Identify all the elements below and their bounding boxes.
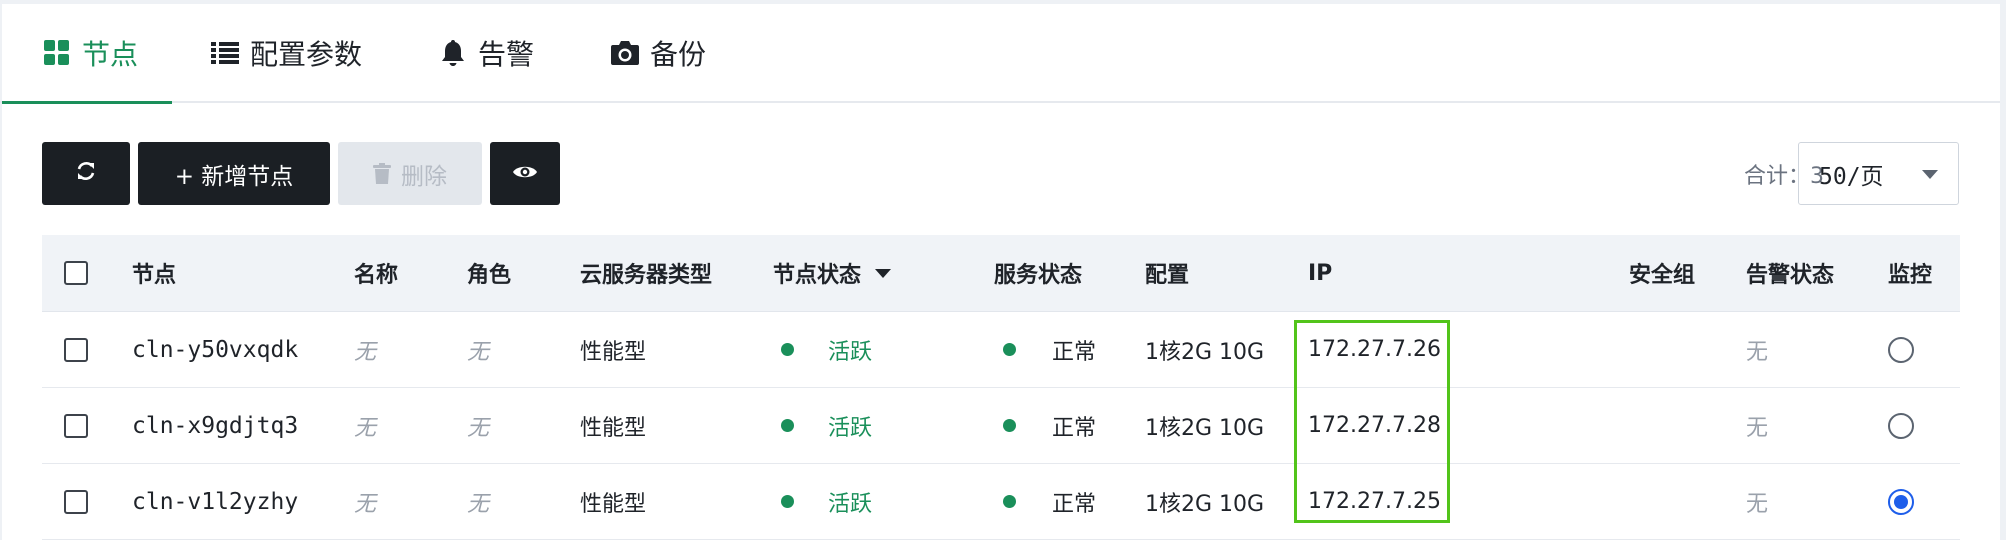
node-role: 无 (467, 415, 490, 441)
trash-icon (373, 162, 391, 185)
refresh-button[interactable] (42, 142, 130, 205)
page-size-value: 50/页 (1819, 163, 1884, 190)
tab-config-params[interactable]: 配置参数 (210, 4, 362, 101)
alarm-status: 无 (1746, 339, 1769, 365)
node-ip: 172.27.7.28 (1308, 413, 1441, 438)
tab-alarms[interactable]: 告警 (438, 4, 534, 101)
node-type: 性能型 (580, 491, 647, 517)
node-status: 活跃 (828, 339, 873, 365)
service-status-dot (1003, 312, 1016, 387)
camera-icon (610, 38, 640, 68)
table-row[interactable]: cln-v1l2yzhy 无 无 性能型 活跃 正常 1核2G 10G 172.… (42, 464, 1960, 540)
row-checkbox[interactable] (64, 414, 88, 438)
node-id: cln-y50vxqdk (132, 336, 299, 363)
tab-nodes[interactable]: 节点 (42, 4, 138, 101)
table-row[interactable]: cln-y50vxqdk 无 无 性能型 活跃 正常 1核2G 10G 172.… (42, 312, 1960, 388)
service-status-dot (1003, 464, 1016, 539)
alarm-status: 无 (1746, 491, 1769, 517)
tab-label: 配置参数 (250, 37, 363, 71)
table-header: 节点 名称 角色 云服务器类型 节点状态 服务状态 配置 IP 安全组 告警状态… (42, 235, 1960, 312)
right-border (2000, 0, 2006, 540)
col-security-group: 安全组 (1629, 263, 1696, 288)
grid-icon (42, 38, 72, 68)
service-status: 正常 (1052, 339, 1097, 365)
col-config: 配置 (1145, 263, 1190, 288)
active-tab-indicator (2, 101, 172, 104)
node-type: 性能型 (580, 415, 647, 441)
col-node-status-label: 节点状态 (773, 263, 862, 288)
node-id: cln-v1l2yzhy (132, 488, 299, 515)
node-name: 无 (354, 415, 377, 441)
alarm-status: 无 (1746, 415, 1769, 441)
col-node: 节点 (132, 263, 177, 288)
node-ip: 172.27.7.26 (1308, 337, 1441, 362)
service-status: 正常 (1052, 491, 1097, 517)
col-role: 角色 (467, 263, 512, 288)
view-button[interactable] (490, 142, 560, 205)
tab-label: 告警 (478, 37, 535, 71)
service-status: 正常 (1052, 415, 1097, 441)
node-config: 1核2G 10G (1145, 415, 1265, 441)
eye-icon (512, 161, 538, 187)
col-cloud-server-type: 云服务器类型 (580, 263, 713, 288)
delete-label: 删除 (401, 163, 447, 190)
chevron-down-icon (1922, 170, 1938, 179)
bell-icon (438, 38, 468, 68)
col-alarm-status: 告警状态 (1746, 263, 1835, 288)
node-status-dot (781, 312, 794, 387)
delete-button[interactable]: 删除 (338, 142, 482, 205)
node-status: 活跃 (828, 415, 873, 441)
tab-label: 节点 (82, 37, 139, 71)
tab-backups[interactable]: 备份 (610, 4, 706, 101)
col-ip: IP (1308, 260, 1333, 286)
row-checkbox[interactable] (64, 338, 88, 362)
add-node-label: + 新增节点 (174, 163, 294, 190)
tab-label: 备份 (650, 37, 707, 71)
monitor-radio[interactable] (1888, 413, 1914, 439)
filter-caret-icon[interactable] (875, 268, 892, 278)
tab-bar: 节点 配置参数 告警 备份 (0, 4, 2000, 104)
list-icon (210, 38, 240, 68)
node-role: 无 (467, 491, 490, 517)
col-service-status: 服务状态 (994, 263, 1083, 288)
node-role: 无 (467, 339, 490, 365)
node-ip: 172.27.7.25 (1308, 489, 1441, 514)
node-name: 无 (354, 339, 377, 365)
col-node-status[interactable]: 节点状态 (773, 235, 892, 311)
node-status-dot (781, 388, 794, 463)
col-name: 名称 (354, 263, 399, 288)
node-id: cln-x9gdjtq3 (132, 412, 299, 439)
select-all-checkbox[interactable] (64, 261, 88, 285)
refresh-icon (74, 159, 98, 189)
monitor-radio[interactable] (1888, 489, 1914, 515)
table-row[interactable]: cln-x9gdjtq3 无 无 性能型 活跃 正常 1核2G 10G 172.… (42, 388, 1960, 464)
page-size-select[interactable]: 50/页 (1798, 142, 1959, 205)
service-status-dot (1003, 388, 1016, 463)
row-checkbox[interactable] (64, 490, 88, 514)
node-config: 1核2G 10G (1145, 491, 1265, 517)
node-status-dot (781, 464, 794, 539)
node-type: 性能型 (580, 339, 647, 365)
monitor-radio[interactable] (1888, 337, 1914, 363)
add-node-button[interactable]: + 新增节点 (138, 142, 330, 205)
node-config: 1核2G 10G (1145, 339, 1265, 365)
col-monitor: 监控 (1888, 263, 1933, 288)
node-status: 活跃 (828, 491, 873, 517)
node-name: 无 (354, 491, 377, 517)
